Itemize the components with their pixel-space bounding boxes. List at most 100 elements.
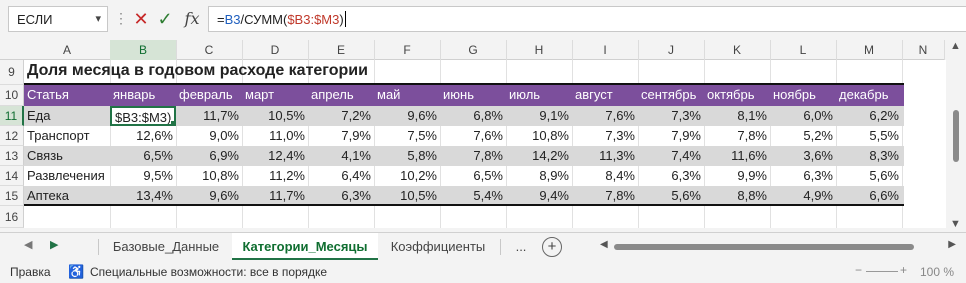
value-cell[interactable]: 14,2% — [506, 146, 572, 166]
more-tabs-button[interactable]: ... — [508, 233, 534, 261]
value-cell[interactable]: 9,1% — [506, 106, 572, 126]
tab-scroll-left-icon[interactable]: ◀ — [24, 238, 32, 251]
column-heading[interactable]: июнь — [440, 85, 506, 106]
value-cell[interactable]: 11,3% — [572, 146, 638, 166]
value-cell[interactable]: 4,9% — [770, 186, 836, 204]
value-cell[interactable]: 9,9% — [704, 166, 770, 186]
value-cell[interactable]: 6,2% — [836, 106, 902, 126]
tab-categories-months[interactable]: Категории_Месяцы — [232, 233, 378, 261]
value-cell[interactable]: 7,6% — [572, 106, 638, 126]
column-header-m[interactable]: M — [836, 40, 903, 60]
value-cell[interactable]: 6,5% — [110, 146, 176, 166]
row-header[interactable]: 16 — [0, 206, 24, 228]
row-label-cell[interactable]: Аптека — [24, 186, 110, 204]
table-title[interactable]: Доля месяца в годовом расходе категории — [24, 60, 904, 83]
value-cell[interactable]: 8,1% — [704, 106, 770, 126]
column-header-f[interactable]: F — [374, 40, 441, 60]
value-cell[interactable]: 10,5% — [242, 106, 308, 126]
value-cell[interactable]: 6,3% — [770, 166, 836, 186]
row-label-cell[interactable]: Развлечения — [24, 166, 110, 186]
add-sheet-icon[interactable]: + — [542, 237, 562, 257]
row-label-cell[interactable]: Транспорт — [24, 126, 110, 146]
vertical-scrollbar[interactable]: ▲ ▼ — [946, 40, 966, 230]
value-cell[interactable]: 7,8% — [572, 186, 638, 204]
active-cell[interactable]: $B3:$M3) — [110, 106, 176, 126]
value-cell[interactable]: 10,5% — [374, 186, 440, 204]
row-label-cell[interactable]: Еда — [24, 106, 110, 126]
value-cell[interactable]: 6,3% — [638, 166, 704, 186]
column-heading[interactable]: апрель — [308, 85, 374, 106]
value-cell[interactable]: 7,6% — [440, 126, 506, 146]
value-cell[interactable]: 8,3% — [836, 146, 902, 166]
column-header-d[interactable]: D — [242, 40, 309, 60]
column-header-j[interactable]: J — [638, 40, 705, 60]
value-cell[interactable]: 9,5% — [110, 166, 176, 186]
column-heading[interactable]: январь — [110, 85, 176, 106]
row-header[interactable]: 12 — [0, 126, 24, 146]
insert-function-icon[interactable]: fx — [180, 8, 204, 30]
column-heading[interactable]: февраль — [176, 85, 242, 106]
name-box[interactable]: ЕСЛИ ▾ — [8, 6, 108, 32]
row-header[interactable]: 14 — [0, 166, 24, 186]
value-cell[interactable]: 5,6% — [638, 186, 704, 204]
value-cell[interactable]: 11,6% — [704, 146, 770, 166]
column-heading[interactable]: октябрь — [704, 85, 770, 106]
value-cell[interactable]: 6,6% — [836, 186, 902, 204]
value-cell[interactable]: 7,8% — [440, 146, 506, 166]
accessibility-icon[interactable]: ♿ — [68, 264, 84, 280]
column-header-i[interactable]: I — [572, 40, 639, 60]
value-cell[interactable]: 6,9% — [176, 146, 242, 166]
horizontal-scrollbar[interactable]: ◀ ▶ — [570, 237, 962, 257]
value-cell[interactable]: 9,6% — [176, 186, 242, 204]
column-heading[interactable]: декабрь — [836, 85, 902, 106]
column-header-c[interactable]: C — [176, 40, 243, 60]
column-header-g[interactable]: G — [440, 40, 507, 60]
more-options-icon[interactable]: ⋮ — [114, 8, 128, 30]
column-heading[interactable]: сентябрь — [638, 85, 704, 106]
value-cell[interactable]: 6,4% — [308, 166, 374, 186]
value-cell[interactable]: 10,2% — [374, 166, 440, 186]
value-cell[interactable]: 5,5% — [836, 126, 902, 146]
value-cell[interactable]: 3,6% — [770, 146, 836, 166]
value-cell[interactable]: 12,6% — [110, 126, 176, 146]
column-heading[interactable]: март — [242, 85, 308, 106]
enter-icon[interactable]: ✓ — [154, 8, 176, 30]
scroll-right-icon[interactable]: ▶ — [948, 239, 956, 250]
zoom-level[interactable]: 100 % — [920, 265, 954, 279]
value-cell[interactable]: 9,0% — [176, 126, 242, 146]
row-header[interactable]: 10 — [0, 85, 24, 106]
column-heading[interactable]: Статья — [24, 85, 110, 106]
value-cell[interactable]: 11,2% — [242, 166, 308, 186]
value-cell[interactable]: 5,2% — [770, 126, 836, 146]
value-cell[interactable]: 8,9% — [506, 166, 572, 186]
column-header-a[interactable]: A — [24, 40, 111, 60]
value-cell[interactable]: 7,5% — [374, 126, 440, 146]
accessibility-status[interactable]: Специальные возможности: все в порядке — [90, 265, 327, 279]
value-cell[interactable]: 6,8% — [440, 106, 506, 126]
value-cell[interactable]: 10,8% — [506, 126, 572, 146]
value-cell[interactable]: 5,4% — [440, 186, 506, 204]
column-header-k[interactable]: K — [704, 40, 771, 60]
column-heading[interactable]: ноябрь — [770, 85, 836, 106]
worksheet-grid[interactable]: 9 Доля месяца в годовом расходе категории… — [0, 60, 946, 228]
value-cell[interactable]: 8,8% — [704, 186, 770, 204]
value-cell[interactable]: 6,3% — [308, 186, 374, 204]
vertical-scroll-thumb[interactable] — [953, 110, 959, 162]
column-heading[interactable]: август — [572, 85, 638, 106]
value-cell[interactable]: 7,3% — [638, 106, 704, 126]
column-header-n[interactable]: N — [902, 40, 945, 60]
value-cell[interactable]: 7,4% — [638, 146, 704, 166]
value-cell[interactable]: 11,7% — [176, 106, 242, 126]
column-header-e[interactable]: E — [308, 40, 375, 60]
value-cell[interactable]: 10,8% — [176, 166, 242, 186]
formula-input[interactable]: = B3/СУММ($B3:$M3) — [208, 6, 966, 32]
value-cell[interactable]: 12,4% — [242, 146, 308, 166]
tab-coefficients[interactable]: Коэффициенты — [380, 233, 496, 261]
column-header-l[interactable]: L — [770, 40, 837, 60]
column-heading[interactable]: июль — [506, 85, 572, 106]
value-cell[interactable]: 13,4% — [110, 186, 176, 204]
tab-base-data[interactable]: Базовые_Данные — [102, 233, 230, 261]
tab-scroll-right-icon[interactable]: ▶ — [50, 238, 58, 251]
value-cell[interactable]: 5,8% — [374, 146, 440, 166]
value-cell[interactable]: 7,9% — [308, 126, 374, 146]
